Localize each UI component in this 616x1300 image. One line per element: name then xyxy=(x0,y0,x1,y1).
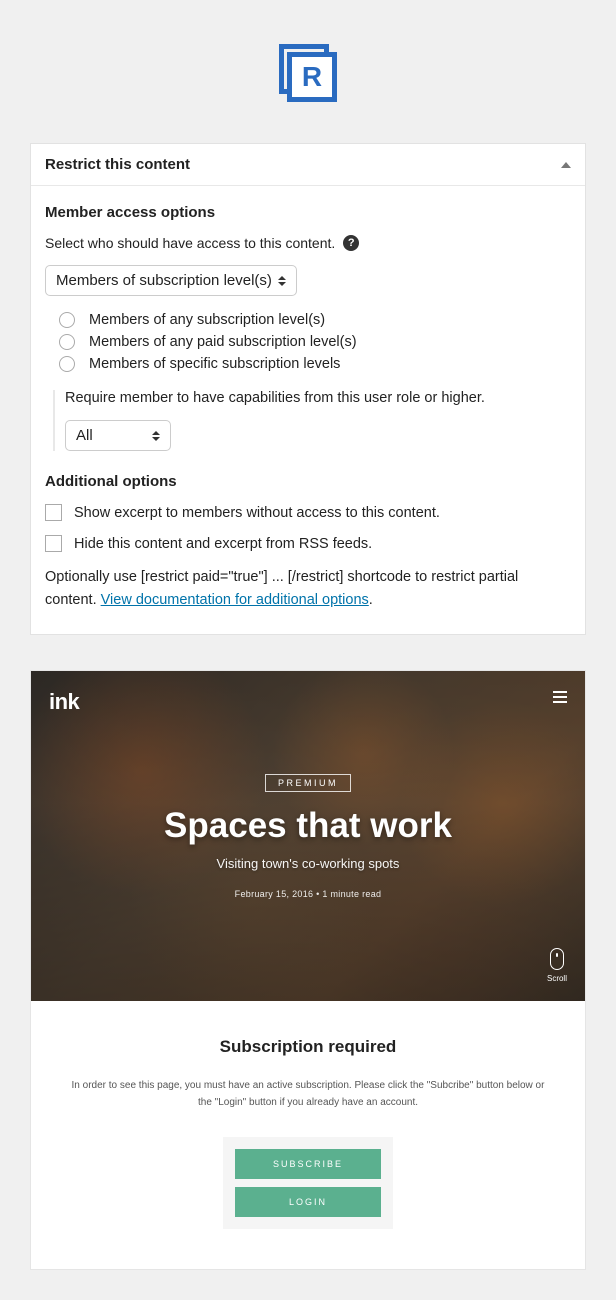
radio-any-level[interactable]: Members of any subscription level(s) xyxy=(59,312,571,328)
brand-logo: R xyxy=(279,44,337,102)
dropdown-value: All xyxy=(76,427,93,444)
premium-badge: PREMIUM xyxy=(265,774,351,792)
dropdown-value: Members of subscription level(s) xyxy=(56,272,272,289)
panel-body: Member access options Select who should … xyxy=(31,186,585,634)
scroll-label: Scroll xyxy=(547,974,567,983)
site-logo[interactable]: ink xyxy=(49,689,79,715)
panel-title: Restrict this content xyxy=(45,156,190,173)
access-description: Select who should have access to this co… xyxy=(45,235,335,251)
checkbox-label: Hide this content and excerpt from RSS f… xyxy=(74,536,372,552)
hero-title: Spaces that work xyxy=(164,806,452,846)
role-dropdown[interactable]: All xyxy=(65,420,171,451)
mouse-icon xyxy=(550,948,564,970)
hero-section: ink PREMIUM Spaces that work Visiting to… xyxy=(31,671,585,1001)
radio-specific-levels[interactable]: Members of specific subscription levels xyxy=(59,356,571,372)
checkbox-icon xyxy=(45,535,62,552)
scroll-indicator[interactable]: Scroll xyxy=(547,948,567,983)
checkbox-hide-rss[interactable]: Hide this content and excerpt from RSS f… xyxy=(45,535,571,552)
dropdown-arrows-icon xyxy=(278,276,286,286)
login-button[interactable]: LOGIN xyxy=(235,1187,381,1217)
footer-post: . xyxy=(369,592,373,608)
radio-label: Members of specific subscription levels xyxy=(89,356,340,372)
member-access-heading: Member access options xyxy=(45,204,571,221)
logo-container: R xyxy=(0,0,616,143)
hero-meta: February 15, 2016 • 1 minute read xyxy=(235,889,382,899)
shortcode-help-text: Optionally use [restrict paid="true"] ..… xyxy=(45,566,571,612)
restrict-content-panel: Restrict this content Member access opti… xyxy=(30,143,586,635)
subscription-required-section: Subscription required In order to see th… xyxy=(31,1001,585,1269)
radio-icon xyxy=(59,312,75,328)
checkbox-show-excerpt[interactable]: Show excerpt to members without access t… xyxy=(45,504,571,521)
role-requirement-text: Require member to have capabilities from… xyxy=(65,390,571,406)
help-icon[interactable]: ? xyxy=(343,235,359,251)
hero-content: PREMIUM Spaces that work Visiting town's… xyxy=(31,671,585,1001)
membership-radio-group: Members of any subscription level(s) Mem… xyxy=(59,312,571,372)
additional-options-heading: Additional options xyxy=(45,473,571,490)
access-description-row: Select who should have access to this co… xyxy=(45,235,571,251)
subscription-description: In order to see this page, you must have… xyxy=(71,1077,545,1111)
access-level-dropdown[interactable]: Members of subscription level(s) xyxy=(45,265,297,296)
subscribe-button[interactable]: SUBSCRIBE xyxy=(235,1149,381,1179)
preview-card: ink PREMIUM Spaces that work Visiting to… xyxy=(30,670,586,1270)
hero-subtitle: Visiting town's co-working spots xyxy=(217,856,400,871)
documentation-link[interactable]: View documentation for additional option… xyxy=(101,592,369,608)
collapse-icon xyxy=(561,162,571,168)
panel-header[interactable]: Restrict this content xyxy=(31,144,585,186)
checkbox-label: Show excerpt to members without access t… xyxy=(74,505,440,521)
button-container: SUBSCRIBE LOGIN xyxy=(223,1137,393,1229)
subscription-title: Subscription required xyxy=(71,1037,545,1057)
dropdown-arrows-icon xyxy=(152,431,160,441)
radio-icon xyxy=(59,334,75,350)
checkbox-icon xyxy=(45,504,62,521)
role-requirement-block: Require member to have capabilities from… xyxy=(53,390,571,451)
radio-icon xyxy=(59,356,75,372)
radio-any-paid-level[interactable]: Members of any paid subscription level(s… xyxy=(59,334,571,350)
radio-label: Members of any paid subscription level(s… xyxy=(89,334,357,350)
radio-label: Members of any subscription level(s) xyxy=(89,312,325,328)
menu-icon[interactable] xyxy=(553,691,567,703)
